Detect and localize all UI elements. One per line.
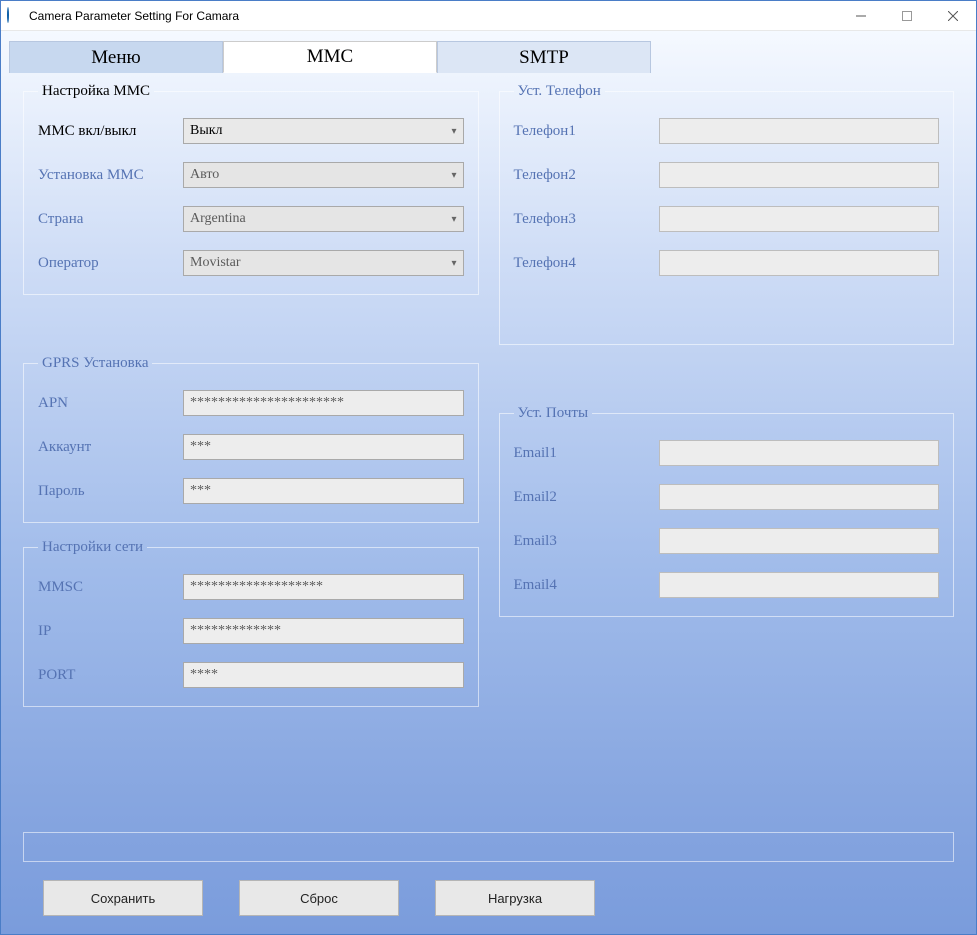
group-phone: Уст. Телефон Телефон1 Телефон2 Телефон3 bbox=[499, 83, 955, 345]
input-value: ************* bbox=[190, 623, 281, 639]
button-bar: Сохранить Сброс Нагрузка bbox=[9, 862, 968, 924]
button-label: Сброс bbox=[300, 891, 338, 906]
phone3-input[interactable] bbox=[659, 206, 939, 232]
email3-input[interactable] bbox=[659, 528, 939, 554]
tab-menu[interactable]: Меню bbox=[9, 41, 223, 73]
input-value: *** bbox=[190, 439, 211, 455]
group-mmc-setup: Настройка MMC ММС вкл/выкл Выкл ▾ Устано… bbox=[23, 83, 479, 295]
tab-label: SMTP bbox=[519, 47, 569, 69]
country-select[interactable]: Argentina ▾ bbox=[183, 206, 464, 232]
mmc-setup-label: Установка MMC bbox=[38, 167, 183, 184]
operator-select[interactable]: Movistar ▾ bbox=[183, 250, 464, 276]
app-icon bbox=[7, 8, 23, 24]
input-value: *** bbox=[190, 483, 211, 499]
separator-box bbox=[23, 832, 954, 862]
save-button[interactable]: Сохранить bbox=[43, 880, 203, 916]
window-title: Camera Parameter Setting For Camara bbox=[29, 9, 838, 23]
client-area: Меню MMC SMTP Настройка MMC ММС вкл/выкл… bbox=[1, 31, 976, 934]
ip-input[interactable]: ************* bbox=[183, 618, 464, 644]
email2-label: Email2 bbox=[514, 489, 659, 506]
maximize-icon bbox=[902, 11, 912, 21]
tab-label: Меню bbox=[91, 47, 140, 69]
input-value: ********************** bbox=[190, 395, 344, 411]
input-value: ******************* bbox=[190, 579, 323, 595]
left-column: Настройка MMC ММС вкл/выкл Выкл ▾ Устано… bbox=[23, 83, 479, 832]
tabs: Меню MMC SMTP bbox=[9, 41, 968, 73]
load-button[interactable]: Нагрузка bbox=[435, 880, 595, 916]
button-label: Нагрузка bbox=[488, 891, 542, 906]
email3-label: Email3 bbox=[514, 533, 659, 550]
maximize-button[interactable] bbox=[884, 1, 930, 30]
email2-input[interactable] bbox=[659, 484, 939, 510]
button-label: Сохранить bbox=[91, 891, 156, 906]
mmc-onoff-label: ММС вкл/выкл bbox=[38, 123, 183, 140]
mmc-onoff-select[interactable]: Выкл ▾ bbox=[183, 118, 464, 144]
select-value: Movistar bbox=[190, 255, 241, 271]
phone2-label: Телефон2 bbox=[514, 167, 659, 184]
password-label: Пароль bbox=[38, 483, 183, 500]
email1-label: Email1 bbox=[514, 445, 659, 462]
form-columns: Настройка MMC ММС вкл/выкл Выкл ▾ Устано… bbox=[9, 73, 968, 832]
tab-mmc[interactable]: MMC bbox=[223, 41, 437, 73]
group-net: Настройки сети MMSC ******************* … bbox=[23, 539, 479, 707]
tab-label: MMC bbox=[307, 46, 353, 68]
phone3-label: Телефон3 bbox=[514, 211, 659, 228]
group-legend: Настройка MMC bbox=[38, 83, 154, 100]
apn-input[interactable]: ********************** bbox=[183, 390, 464, 416]
phone2-input[interactable] bbox=[659, 162, 939, 188]
group-mail: Уст. Почты Email1 Email2 Email3 bbox=[499, 405, 955, 617]
group-gprs: GPRS Установка APN *********************… bbox=[23, 355, 479, 523]
right-column: Уст. Телефон Телефон1 Телефон2 Телефон3 bbox=[499, 83, 955, 832]
select-value: Авто bbox=[190, 167, 219, 183]
select-value: Выкл bbox=[190, 123, 223, 139]
input-value: **** bbox=[190, 667, 218, 683]
close-icon bbox=[948, 11, 958, 21]
email4-label: Email4 bbox=[514, 577, 659, 594]
phone4-label: Телефон4 bbox=[514, 255, 659, 272]
account-label: Аккаунт bbox=[38, 439, 183, 456]
select-value: Argentina bbox=[190, 211, 246, 227]
operator-label: Оператор bbox=[38, 255, 183, 272]
port-label: PORT bbox=[38, 667, 183, 684]
group-legend: GPRS Установка bbox=[38, 355, 152, 372]
close-button[interactable] bbox=[930, 1, 976, 30]
country-label: Страна bbox=[38, 211, 183, 228]
phone1-input[interactable] bbox=[659, 118, 939, 144]
minimize-icon bbox=[856, 11, 866, 21]
app-window: Camera Parameter Setting For Camara Меню… bbox=[0, 0, 977, 935]
tab-smtp[interactable]: SMTP bbox=[437, 41, 651, 73]
mmsc-input[interactable]: ******************* bbox=[183, 574, 464, 600]
window-controls bbox=[838, 1, 976, 30]
chevron-down-icon: ▾ bbox=[451, 170, 456, 181]
mmc-setup-select[interactable]: Авто ▾ bbox=[183, 162, 464, 188]
titlebar: Camera Parameter Setting For Camara bbox=[1, 1, 976, 31]
chevron-down-icon: ▾ bbox=[451, 126, 456, 137]
ip-label: IP bbox=[38, 623, 183, 640]
apn-label: APN bbox=[38, 395, 183, 412]
port-input[interactable]: **** bbox=[183, 662, 464, 688]
panel-mmc: Настройка MMC ММС вкл/выкл Выкл ▾ Устано… bbox=[9, 73, 968, 924]
minimize-button[interactable] bbox=[838, 1, 884, 30]
email4-input[interactable] bbox=[659, 572, 939, 598]
account-input[interactable]: *** bbox=[183, 434, 464, 460]
phone1-label: Телефон1 bbox=[514, 123, 659, 140]
group-legend: Уст. Почты bbox=[514, 405, 593, 422]
chevron-down-icon: ▾ bbox=[451, 214, 456, 225]
chevron-down-icon: ▾ bbox=[451, 258, 456, 269]
group-legend: Уст. Телефон bbox=[514, 83, 605, 100]
password-input[interactable]: *** bbox=[183, 478, 464, 504]
reset-button[interactable]: Сброс bbox=[239, 880, 399, 916]
mmsc-label: MMSC bbox=[38, 579, 183, 596]
phone4-input[interactable] bbox=[659, 250, 939, 276]
email1-input[interactable] bbox=[659, 440, 939, 466]
group-legend: Настройки сети bbox=[38, 539, 147, 556]
